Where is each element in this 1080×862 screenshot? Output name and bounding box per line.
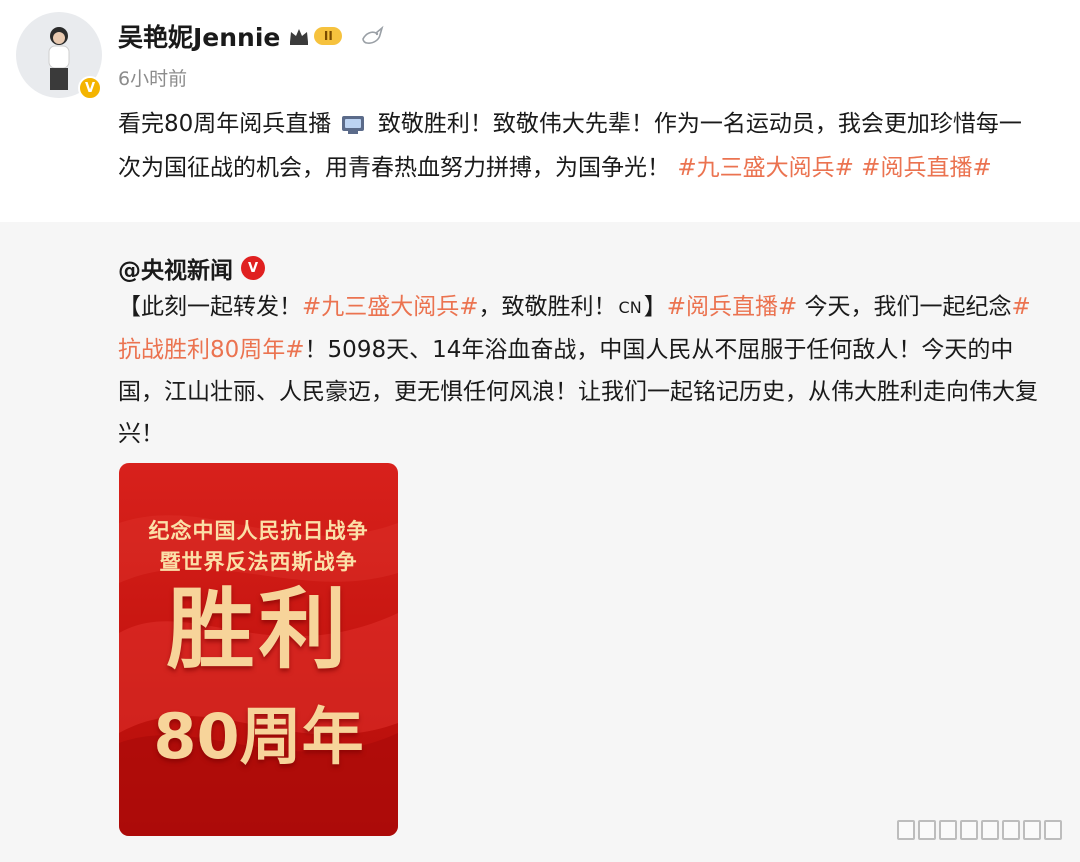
hashtag-link[interactable]: #阅兵直播#	[861, 155, 992, 181]
name-row: 吴艳妮Jennie II	[118, 18, 386, 54]
verified-badge-icon: V	[78, 76, 102, 100]
hashtag-link[interactable]: #阅兵直播#	[667, 294, 798, 320]
poster-subheadline: 80周年	[153, 700, 364, 773]
repost-text-part: 今天，我们一起纪念	[797, 294, 1012, 320]
watermark-block	[981, 820, 999, 840]
repost-author-row: @央视新闻 V	[118, 250, 265, 286]
post-image[interactable]: 纪念中国人民抗日战争 暨世界反法西斯战争 胜利 80周年	[119, 463, 398, 836]
repost-author-name[interactable]: @央视新闻	[118, 251, 233, 285]
watermark-block	[897, 820, 915, 840]
cn-mark: CN	[618, 298, 642, 317]
username[interactable]: 吴艳妮Jennie	[118, 18, 280, 54]
poster-headline: 胜利	[166, 578, 351, 681]
vip-level-badge[interactable]: II	[314, 27, 343, 45]
tv-icon	[341, 108, 365, 148]
poster-line: 纪念中国人民抗日战争	[148, 519, 369, 543]
hashtag-link[interactable]: #九三盛大阅兵#	[302, 294, 479, 320]
watermark-block	[918, 820, 936, 840]
post-text: 看完80周年阅兵直播 致敬胜利！致敬伟大先辈！作为一名运动员，我会更加珍惜每一次…	[118, 104, 1038, 188]
verified-badge-icon: V	[241, 256, 265, 280]
repost-text: 【此刻一起转发！#九三盛大阅兵#，致敬胜利！ CN】#阅兵直播# 今天，我们一起纪…	[118, 286, 1038, 455]
watermark-block	[1044, 820, 1062, 840]
watermark	[884, 816, 1062, 844]
watermark-block	[1002, 820, 1020, 840]
hashtag-link[interactable]: #九三盛大阅兵#	[677, 155, 854, 181]
repost-text-part: 】	[643, 294, 667, 320]
watermark-block	[1023, 820, 1041, 840]
avatar-image	[48, 27, 70, 90]
post-text-part: 看完80周年阅兵直播	[118, 111, 332, 137]
poster-line: 暨世界反法西斯战争	[159, 550, 358, 574]
weibo-post: V 吴艳妮Jennie II 6小时前 看完80周年阅兵直播 致敬胜利！致敬伟大…	[0, 0, 1080, 862]
watermark-block	[939, 820, 957, 840]
repost-text-part: ，致敬胜利！	[478, 294, 617, 320]
crown-icon[interactable]	[288, 27, 310, 45]
watermark-block	[960, 820, 978, 840]
post-timestamp: 6小时前	[118, 68, 188, 90]
repost-text-part: 【此刻一起转发！	[118, 294, 302, 320]
bird-icon[interactable]	[360, 25, 386, 47]
